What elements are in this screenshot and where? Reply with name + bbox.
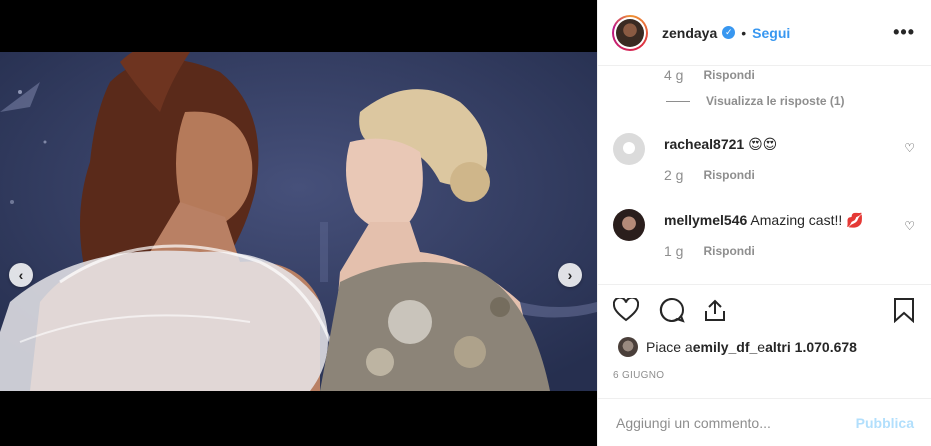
heart-icon (613, 298, 639, 322)
share-icon[interactable] (702, 297, 728, 323)
comment-avatar[interactable] (613, 209, 645, 241)
reply-button[interactable]: Rispondi (703, 68, 754, 82)
comment-text: 😍😍 (748, 136, 778, 152)
more-options-icon[interactable]: ••• (893, 22, 915, 43)
chevron-left-icon: ‹ (18, 267, 24, 283)
view-replies-label: Visualizza le risposte (1) (706, 94, 845, 108)
comment-text: Amazing cast!! 💋 (750, 212, 864, 228)
chevron-right-icon: › (567, 267, 573, 283)
comment-avatar[interactable] (613, 133, 645, 165)
comment-input[interactable] (616, 415, 856, 431)
comment-time: 1 g (664, 243, 684, 259)
save-bookmark-icon[interactable] (891, 297, 917, 323)
liker-username[interactable]: emily_df_ (693, 339, 758, 355)
next-photo-button[interactable]: › (558, 263, 582, 287)
comment-meta: 2 g Rispondi (664, 167, 755, 183)
comment-body: mellymel546 Amazing cast!! 💋 (664, 211, 864, 241)
post-actions: Piace a emily_df_ e altri 1.070.678 6 GI… (598, 284, 931, 446)
comment-bubble-icon[interactable] (659, 297, 685, 323)
post-photo-illustration (0, 52, 597, 391)
likes-summary: Piace a emily_df_ e altri 1.070.678 (618, 337, 857, 357)
likes-middle: e (757, 339, 766, 355)
post-photo: ‹ › (0, 52, 597, 391)
comment-item: racheal8721 😍😍 ♡ (613, 133, 923, 165)
likes-count[interactable]: altri 1.070.678 (765, 339, 857, 355)
post-sidebar: zendaya ✓ • Segui ••• 4 g Rispondi Visua… (597, 0, 931, 446)
post-header: zendaya ✓ • Segui ••• (598, 0, 931, 66)
reply-button[interactable]: Rispondi (703, 244, 754, 258)
author-avatar-image (616, 18, 644, 47)
bookmark-icon (894, 298, 914, 323)
like-comment-heart-icon[interactable]: ♡ (904, 219, 915, 233)
comment-composer: Pubblica (598, 398, 931, 446)
comments-list: 4 g Rispondi Visualizza le risposte (1) … (598, 67, 931, 284)
comment-body: racheal8721 😍😍 (664, 135, 777, 165)
reply-button[interactable]: Rispondi (703, 168, 754, 182)
default-avatar-icon (623, 142, 635, 154)
media-viewer: ‹ › (0, 0, 597, 446)
author-avatar[interactable] (612, 14, 648, 51)
comment-time: 4 g (664, 67, 684, 83)
post-date[interactable]: 6 GIUGNO (613, 370, 664, 381)
liker-avatar[interactable] (618, 337, 638, 357)
previous-photo-button[interactable]: ‹ (9, 263, 33, 287)
comment-username[interactable]: racheal8721 (664, 136, 744, 152)
publish-button[interactable]: Pubblica (856, 415, 914, 431)
comment-meta: 1 g Rispondi (664, 243, 755, 259)
follow-button[interactable]: Segui (752, 25, 790, 41)
verified-badge-icon: ✓ (722, 26, 736, 39)
author-avatar-border (614, 16, 646, 49)
speech-bubble-icon (659, 297, 685, 323)
separator-dot: • (741, 24, 747, 41)
upload-share-icon (705, 299, 725, 321)
comment-meta: 4 g Rispondi (664, 67, 755, 83)
comment-time: 2 g (664, 167, 684, 183)
replies-divider (666, 100, 690, 102)
author-username[interactable]: zendaya (662, 25, 717, 41)
comment-item: mellymel546 Amazing cast!! 💋 ♡ (613, 209, 923, 241)
likes-prefix: Piace a (646, 339, 693, 355)
view-replies-button[interactable]: Visualizza le risposte (1) (666, 94, 845, 108)
like-comment-heart-icon[interactable]: ♡ (904, 141, 915, 155)
like-heart-icon[interactable] (613, 297, 639, 323)
comment-username[interactable]: mellymel546 (664, 212, 747, 228)
